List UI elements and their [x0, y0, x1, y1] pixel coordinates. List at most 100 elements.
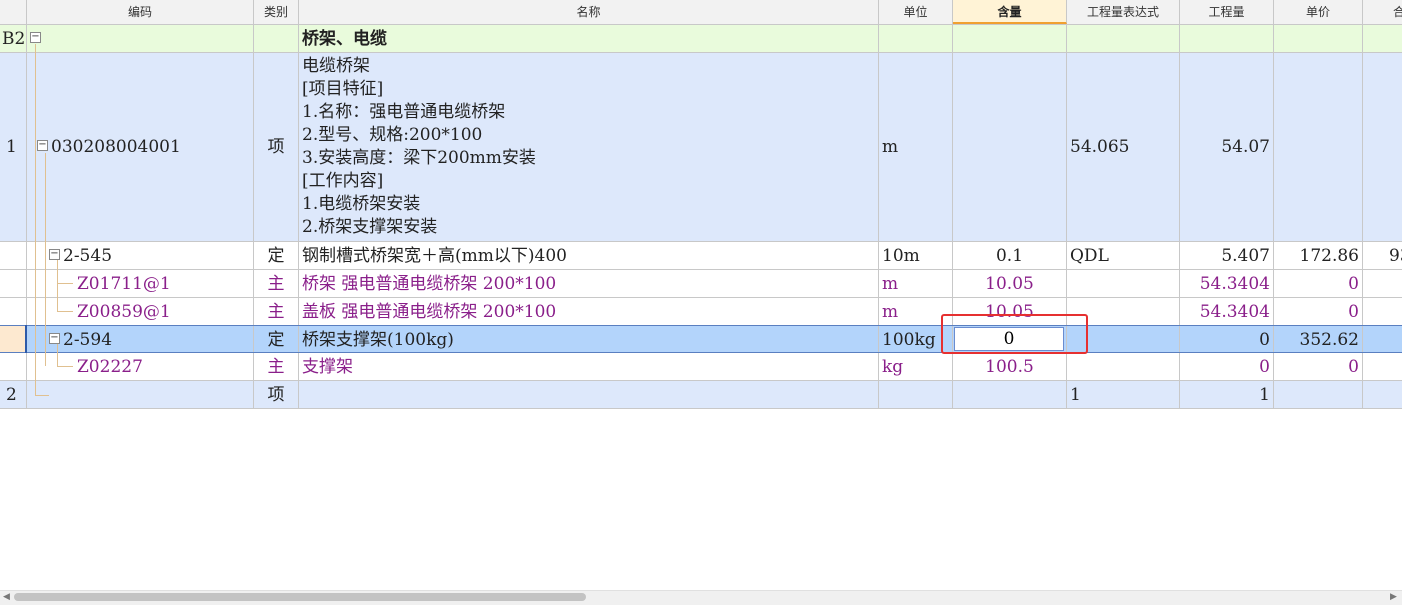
- expression-cell[interactable]: 54.065: [1067, 53, 1180, 241]
- total-cell[interactable]: [1363, 298, 1402, 325]
- table-row-item[interactable]: 2 项 1 1: [0, 381, 1402, 409]
- type-cell[interactable]: 主: [254, 270, 299, 297]
- unit-price-cell[interactable]: 172.86: [1274, 242, 1363, 269]
- unit-cell[interactable]: [879, 25, 953, 52]
- code-cell[interactable]: [27, 381, 254, 408]
- expression-cell[interactable]: [1067, 270, 1180, 297]
- unit-cell[interactable]: m: [879, 53, 953, 241]
- content-cell[interactable]: [953, 25, 1067, 52]
- total-cell[interactable]: [1363, 25, 1402, 52]
- name-cell[interactable]: 桥架、电缆: [299, 25, 879, 52]
- row-index: B2: [0, 25, 27, 52]
- type-cell[interactable]: 定: [254, 242, 299, 269]
- current-row-marker: [25, 325, 27, 353]
- quantity-cell[interactable]: 54.3404: [1180, 298, 1274, 325]
- content-cell[interactable]: 0.1: [953, 242, 1067, 269]
- header-quantity[interactable]: 工程量: [1180, 0, 1274, 24]
- item-code: 030208004001: [51, 137, 181, 157]
- header-unit[interactable]: 单位: [879, 0, 953, 24]
- table-row-item[interactable]: 1 −030208004001 项 电缆桥架 [项目特征] 1.名称：强电普通电…: [0, 53, 1402, 242]
- code-cell[interactable]: −: [27, 25, 254, 52]
- unit-price-cell[interactable]: 0: [1274, 353, 1363, 380]
- row-index: [0, 270, 27, 297]
- tree-line: [57, 344, 58, 366]
- code-cell[interactable]: −2-545: [27, 242, 254, 269]
- quantity-cell[interactable]: 0: [1180, 326, 1274, 352]
- quantity-cell[interactable]: 54.07: [1180, 53, 1274, 241]
- tree-line: [57, 283, 73, 284]
- table-row-material[interactable]: Z00859@1 主 盖板 强电普通电缆桥架 200*100 m 10.05 5…: [0, 298, 1402, 326]
- tree-line: [57, 260, 58, 311]
- unit-price-cell[interactable]: 352.62: [1274, 326, 1363, 352]
- quantity-cell[interactable]: 54.3404: [1180, 270, 1274, 297]
- name-cell[interactable]: [299, 381, 879, 408]
- content-cell[interactable]: 10.05: [953, 270, 1067, 297]
- unit-price-cell[interactable]: [1274, 381, 1363, 408]
- content-cell[interactable]: [953, 381, 1067, 408]
- unit-cell[interactable]: 10m: [879, 242, 953, 269]
- scroll-left-icon[interactable]: ◀: [3, 592, 10, 602]
- name-cell[interactable]: 钢制槽式桥架宽＋高(mm以下)400: [299, 242, 879, 269]
- header-content[interactable]: 含量: [953, 0, 1067, 24]
- header-name[interactable]: 名称: [299, 0, 879, 24]
- header-unit-price[interactable]: 单价: [1274, 0, 1363, 24]
- row-index: [0, 326, 27, 352]
- quantity-cell[interactable]: 5.407: [1180, 242, 1274, 269]
- name-cell[interactable]: 电缆桥架 [项目特征] 1.名称：强电普通电缆桥架 2.型号、规格:200*10…: [299, 53, 879, 241]
- scroll-right-icon[interactable]: ▶: [1390, 592, 1397, 602]
- total-cell[interactable]: [1363, 381, 1402, 408]
- total-cell[interactable]: [1363, 353, 1402, 380]
- grid-header: 编码 类别 名称 单位 含量 工程量表达式 工程量 单价 合: [0, 0, 1402, 25]
- expression-cell[interactable]: [1067, 25, 1180, 52]
- type-cell[interactable]: 项: [254, 53, 299, 241]
- quantity-cell[interactable]: 1: [1180, 381, 1274, 408]
- unit-price-cell[interactable]: [1274, 53, 1363, 241]
- collapse-toggle-icon[interactable]: −: [49, 333, 60, 344]
- collapse-toggle-icon[interactable]: −: [49, 249, 60, 260]
- total-cell[interactable]: [1363, 53, 1402, 241]
- type-cell[interactable]: 主: [254, 353, 299, 380]
- table-row-section[interactable]: B2 − 桥架、电缆: [0, 25, 1402, 53]
- table-row-quota[interactable]: −2-545 定 钢制槽式桥架宽＋高(mm以下)400 10m 0.1 QDL …: [0, 242, 1402, 270]
- unit-price-cell[interactable]: 0: [1274, 270, 1363, 297]
- name-cell[interactable]: 支撑架: [299, 353, 879, 380]
- unit-cell[interactable]: m: [879, 270, 953, 297]
- collapse-toggle-icon[interactable]: −: [30, 32, 41, 43]
- type-cell[interactable]: 项: [254, 381, 299, 408]
- header-code[interactable]: 编码: [27, 0, 254, 24]
- name-cell[interactable]: 桥架 强电普通电缆桥架 200*100: [299, 270, 879, 297]
- content-cell[interactable]: 100.5: [953, 353, 1067, 380]
- unit-price-cell[interactable]: 0: [1274, 298, 1363, 325]
- name-cell[interactable]: 桥架支撑架(100kg): [299, 326, 879, 352]
- quantity-cell[interactable]: [1180, 25, 1274, 52]
- unit-price-cell[interactable]: [1274, 25, 1363, 52]
- total-cell[interactable]: [1363, 326, 1402, 352]
- unit-cell[interactable]: kg: [879, 353, 953, 380]
- type-cell[interactable]: [254, 25, 299, 52]
- tree-line: [35, 395, 49, 396]
- unit-cell[interactable]: [879, 381, 953, 408]
- scrollbar-thumb[interactable]: [14, 593, 586, 601]
- name-cell[interactable]: 盖板 强电普通电缆桥架 200*100: [299, 298, 879, 325]
- type-cell[interactable]: 定: [254, 326, 299, 352]
- total-cell[interactable]: [1363, 270, 1402, 297]
- type-cell[interactable]: 主: [254, 298, 299, 325]
- row-index: 2: [0, 381, 27, 408]
- expression-cell[interactable]: [1067, 353, 1180, 380]
- collapse-toggle-icon[interactable]: −: [37, 140, 48, 151]
- expression-cell[interactable]: QDL: [1067, 242, 1180, 269]
- quota-code: 2-545: [63, 246, 113, 266]
- code-cell[interactable]: −030208004001: [27, 53, 254, 241]
- header-total[interactable]: 合: [1363, 0, 1402, 24]
- total-cell[interactable]: 93: [1363, 242, 1402, 269]
- table-row-quota-selected[interactable]: −2-594 定 桥架支撑架(100kg) 100kg 0 352.62: [0, 325, 1402, 353]
- table-row-material[interactable]: Z01711@1 主 桥架 强电普通电缆桥架 200*100 m 10.05 5…: [0, 270, 1402, 298]
- quantity-cell[interactable]: 0: [1180, 353, 1274, 380]
- header-expression[interactable]: 工程量表达式: [1067, 0, 1180, 24]
- code-cell[interactable]: −2-594: [27, 326, 254, 352]
- table-row-material[interactable]: Z02227 主 支撑架 kg 100.5 0 0: [0, 353, 1402, 381]
- header-type[interactable]: 类别: [254, 0, 299, 24]
- expression-cell[interactable]: 1: [1067, 381, 1180, 408]
- content-cell[interactable]: [953, 53, 1067, 241]
- tree-line: [57, 366, 73, 367]
